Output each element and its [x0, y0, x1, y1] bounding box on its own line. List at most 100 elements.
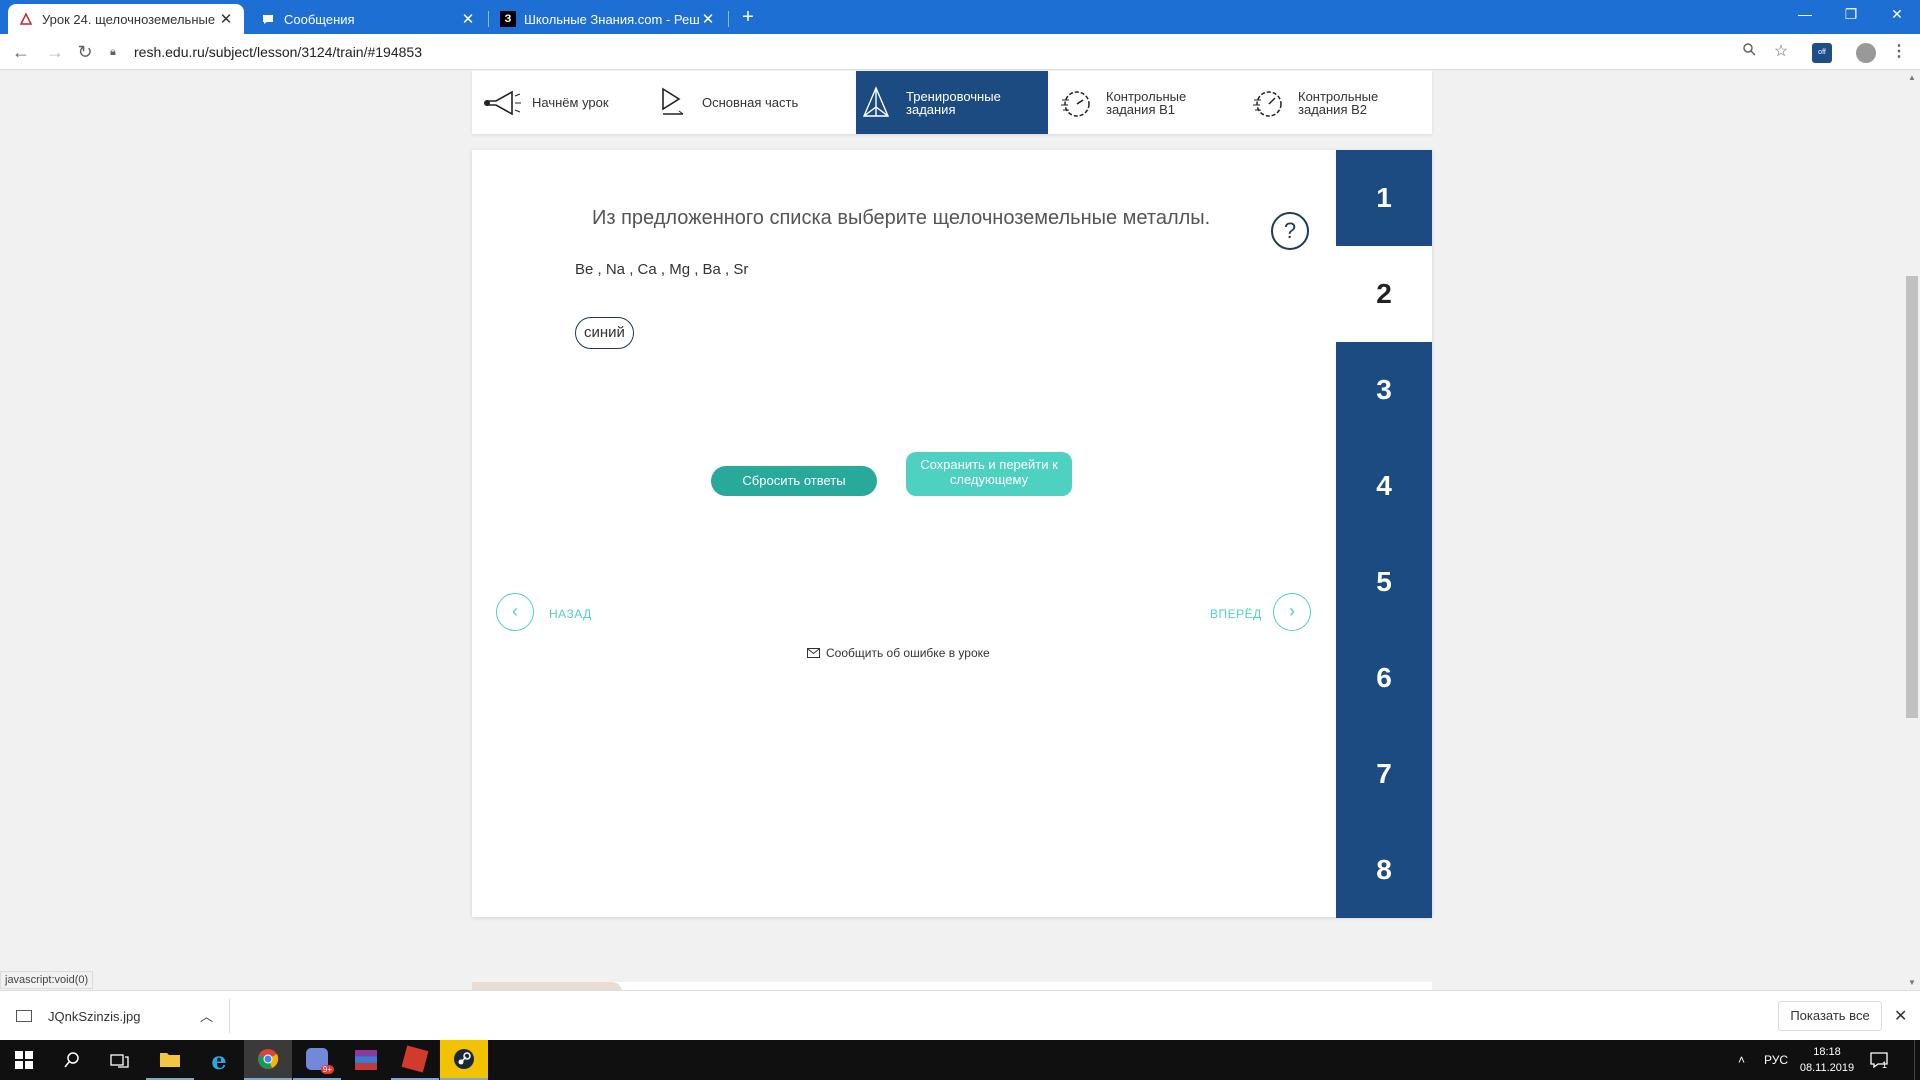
task-number-2[interactable]: 2 [1336, 246, 1432, 342]
task-number-6[interactable]: 6 [1336, 630, 1432, 726]
next-section-image [472, 982, 622, 990]
new-tab-plus-icon[interactable]: + [736, 5, 760, 29]
save-and-next-button[interactable]: Сохранить и перейти к следующему [906, 452, 1072, 496]
download-item[interactable]: JQnkSzinzis.jpg [16, 991, 140, 1041]
tab-title: Урок 24. щелочноземельные ме [42, 11, 218, 27]
scroll-down-icon[interactable]: ▼ [1906, 978, 1918, 987]
task-number-3[interactable]: 3 [1336, 342, 1432, 438]
save-button-label: Сохранить и перейти к [920, 457, 1058, 472]
lesson-nav-training[interactable]: Тренировочные задания [856, 71, 1048, 134]
task-card: Из предложенного списка выберите щелочно… [472, 150, 1432, 917]
winrar-icon[interactable] [342, 1040, 390, 1080]
tab-messages[interactable]: Сообщения ✕ [250, 4, 486, 34]
tab-lesson[interactable]: Урок 24. щелочноземельные ме ✕ [8, 4, 244, 34]
task-view-icon[interactable] [96, 1040, 144, 1080]
report-error-label: Сообщить об ошибке в уроке [826, 646, 990, 660]
lock-icon: 🔒︎ [110, 45, 116, 58]
lesson-nav-label: Начнём урок [532, 95, 609, 110]
scroll-up-icon[interactable]: ▲ [1906, 73, 1918, 82]
status-url: javascript:void(0) [0, 971, 94, 989]
lesson-nav-label: Контрольные [1106, 88, 1187, 104]
chrome-icon[interactable] [244, 1040, 292, 1080]
tab-close-icon[interactable]: ✕ [700, 10, 716, 28]
minimize-icon[interactable]: — [1782, 0, 1828, 30]
discord-icon[interactable]: 9+ [293, 1040, 341, 1080]
system-clock[interactable]: 18:18 08.11.2019 [1792, 1044, 1862, 1076]
task-number-5[interactable]: 5 [1336, 534, 1432, 630]
back-chevron-icon[interactable]: ‹ [496, 593, 534, 631]
chevron-up-icon[interactable]: ︿ [200, 1006, 213, 1025]
tab-znaniya[interactable]: З Школьные Знания.com - Решае ✕ [490, 4, 726, 34]
restore-icon[interactable]: ❐ [1828, 0, 1874, 30]
show-desktop-button[interactable] [1914, 1040, 1920, 1080]
browser-titlebar: Урок 24. щелочноземельные ме ✕ Сообщения… [0, 0, 1920, 34]
profile-avatar[interactable] [1856, 43, 1876, 63]
clock-date: 08.11.2019 [1799, 1062, 1855, 1074]
url-text: resh.edu.ru/subject/lesson/3124/train/#1… [134, 44, 422, 60]
show-all-button[interactable]: Показать все [1778, 1001, 1882, 1031]
tab-close-icon[interactable]: ✕ [460, 10, 476, 28]
tab-separator [488, 11, 489, 27]
question-text: Из предложенного списка выберите щелочно… [592, 207, 1211, 229]
menu-dots-icon[interactable]: ⋮ [1886, 39, 1912, 65]
megaphone-icon [482, 88, 522, 118]
lesson-nav-label: задания В2 [1298, 101, 1367, 117]
lesson-nav-control-b2[interactable]: Контрольные задания В2 [1248, 71, 1428, 134]
back-link[interactable]: НАЗАД [549, 607, 592, 621]
scrollbar-thumb[interactable] [1906, 276, 1918, 718]
extension-icon[interactable]: off [1812, 43, 1832, 63]
tab-title: Сообщения [284, 11, 355, 27]
lesson-nav-main[interactable]: Основная часть [652, 71, 822, 134]
search-icon[interactable] [48, 1040, 96, 1080]
language-indicator[interactable]: РУС [1764, 1040, 1788, 1080]
chat-bubble-icon [260, 11, 276, 27]
lesson-nav-control-b1[interactable]: Контрольные задания В1 [1056, 71, 1236, 134]
task-number-1[interactable]: 1 [1336, 150, 1432, 246]
envelope-icon [807, 648, 820, 658]
notification-count: 1 [1882, 1060, 1888, 1070]
stopwatch-icon [1056, 86, 1096, 120]
close-window-icon[interactable]: ✕ [1874, 0, 1920, 30]
play-icon [652, 86, 692, 120]
help-question-icon[interactable]: ? [1271, 212, 1309, 250]
clock-time: 18:18 [1813, 1046, 1841, 1058]
file-explorer-icon[interactable] [146, 1040, 194, 1080]
tray-chevron-icon[interactable]: ˄ [1738, 1040, 1745, 1080]
save-button-label: следующему [949, 472, 1029, 487]
reload-icon[interactable]: ↻ [72, 39, 98, 65]
forward-link[interactable]: ВПЕРЁД [1210, 607, 1262, 621]
bookmark-star-icon[interactable]: ☆ [1768, 39, 1794, 65]
forward-arrow-icon[interactable]: → [42, 39, 68, 65]
download-separator [229, 999, 230, 1033]
address-bar[interactable]: 🔒︎ resh.edu.ru/subject/lesson/3124/train… [110, 39, 1790, 65]
windows-start-icon[interactable] [0, 1040, 48, 1080]
lesson-nav-label: задания В1 [1106, 101, 1175, 117]
task-number-list: 1 2 3 4 5 6 7 8 [1336, 150, 1432, 918]
task-number-8[interactable]: 8 [1336, 822, 1432, 918]
back-arrow-icon[interactable]: ← [8, 39, 34, 65]
report-error-link[interactable]: Сообщить об ошибке в уроке [807, 646, 990, 660]
lesson-nav-start[interactable]: Начнём урок [482, 71, 642, 134]
zoom-icon[interactable] [1736, 39, 1762, 65]
pyramid-icon [856, 85, 896, 121]
forward-chevron-icon[interactable]: › [1273, 593, 1311, 631]
task-number-4[interactable]: 4 [1336, 438, 1432, 534]
stopwatch-icon [1248, 86, 1288, 120]
steam-icon[interactable] [440, 1040, 488, 1080]
roblox-studio-icon[interactable] [391, 1040, 439, 1080]
download-bar: JQnkSzinzis.jpg ︿ Показать все ✕ [0, 990, 1920, 1040]
lesson-nav-label: Тренировочные [906, 88, 1001, 104]
browser-toolbar: ← → ↻ 🔒︎ resh.edu.ru/subject/lesson/3124… [0, 34, 1920, 70]
notification-center-icon[interactable]: 1 [1870, 1040, 1888, 1080]
internet-explorer-icon[interactable]: e [195, 1040, 243, 1080]
page-content: Начнём урок Основная часть Тренировочные… [0, 71, 1904, 990]
task-number-7[interactable]: 7 [1336, 726, 1432, 822]
lesson-navigation: Начнём урок Основная часть Тренировочные… [472, 71, 1432, 134]
reset-answers-button[interactable]: Сбросить ответы [711, 466, 877, 496]
answer-input[interactable]: синий [575, 317, 634, 349]
tab-title: Школьные Знания.com - Решае [524, 11, 700, 27]
windows-taskbar: e 9+ ˄ РУС 18:18 08.11.2019 1 [0, 1040, 1920, 1080]
close-download-bar-icon[interactable]: ✕ [1894, 1006, 1907, 1026]
tab-close-icon[interactable]: ✕ [218, 10, 234, 28]
element-list: Be , Na , Ca , Mg , Ba , Sr [575, 261, 749, 278]
